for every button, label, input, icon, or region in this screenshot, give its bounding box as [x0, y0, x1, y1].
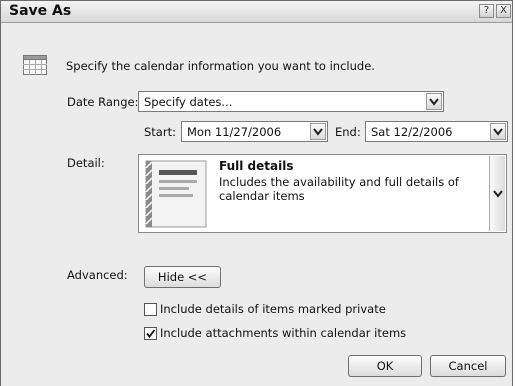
- details-document-icon: [145, 160, 207, 228]
- chevron-down-icon: [313, 128, 323, 136]
- chevron-down-icon: [493, 190, 503, 198]
- include-attachments-checkbox[interactable]: [144, 327, 157, 340]
- include-private-label: Include details of items marked private: [160, 302, 386, 316]
- save-as-dialog: Save As ? X Specify the calendar informa…: [0, 0, 513, 386]
- title-bar: Save As ? X: [1, 1, 512, 23]
- detail-option-title: Full details: [219, 159, 294, 173]
- start-date-picker[interactable]: Mon 11/27/2006: [181, 121, 328, 142]
- intro-text: Specify the calendar information you wan…: [66, 59, 375, 73]
- date-range-dropdown-button[interactable]: [426, 93, 442, 110]
- end-date-picker[interactable]: Sat 12/2/2006: [365, 121, 508, 142]
- detail-label: Detail:: [67, 156, 105, 170]
- checkmark-icon: [146, 329, 156, 338]
- hide-advanced-button[interactable]: Hide <<: [144, 266, 221, 288]
- date-range-value: Specify dates...: [144, 95, 233, 109]
- cancel-button[interactable]: Cancel: [430, 355, 506, 377]
- dialog-title: Save As: [9, 3, 72, 19]
- end-label: End:: [335, 125, 361, 139]
- detail-option-description: Includes the availability and full detai…: [219, 175, 459, 203]
- chevron-down-icon: [493, 128, 503, 136]
- date-range-label: Date Range:: [67, 95, 139, 109]
- help-button[interactable]: ?: [479, 4, 494, 18]
- detail-selector[interactable]: Full details Includes the availability a…: [138, 154, 507, 233]
- close-icon: X: [500, 5, 507, 16]
- help-icon: ?: [483, 5, 490, 16]
- chevron-down-icon: [429, 98, 439, 106]
- advanced-label: Advanced:: [67, 268, 128, 282]
- end-date-value: Sat 12/2/2006: [371, 125, 453, 139]
- ok-button[interactable]: OK: [348, 355, 422, 377]
- end-date-dropdown-button[interactable]: [490, 123, 506, 140]
- start-label: Start:: [144, 125, 176, 139]
- include-attachments-label: Include attachments within calendar item…: [160, 326, 407, 340]
- start-date-dropdown-button[interactable]: [310, 123, 326, 140]
- detail-dropdown-button[interactable]: [489, 156, 505, 231]
- date-range-dropdown[interactable]: Specify dates...: [138, 91, 444, 112]
- calendar-icon: [23, 55, 47, 75]
- include-private-checkbox[interactable]: [144, 303, 157, 316]
- close-button[interactable]: X: [496, 4, 511, 18]
- start-date-value: Mon 11/27/2006: [187, 125, 282, 139]
